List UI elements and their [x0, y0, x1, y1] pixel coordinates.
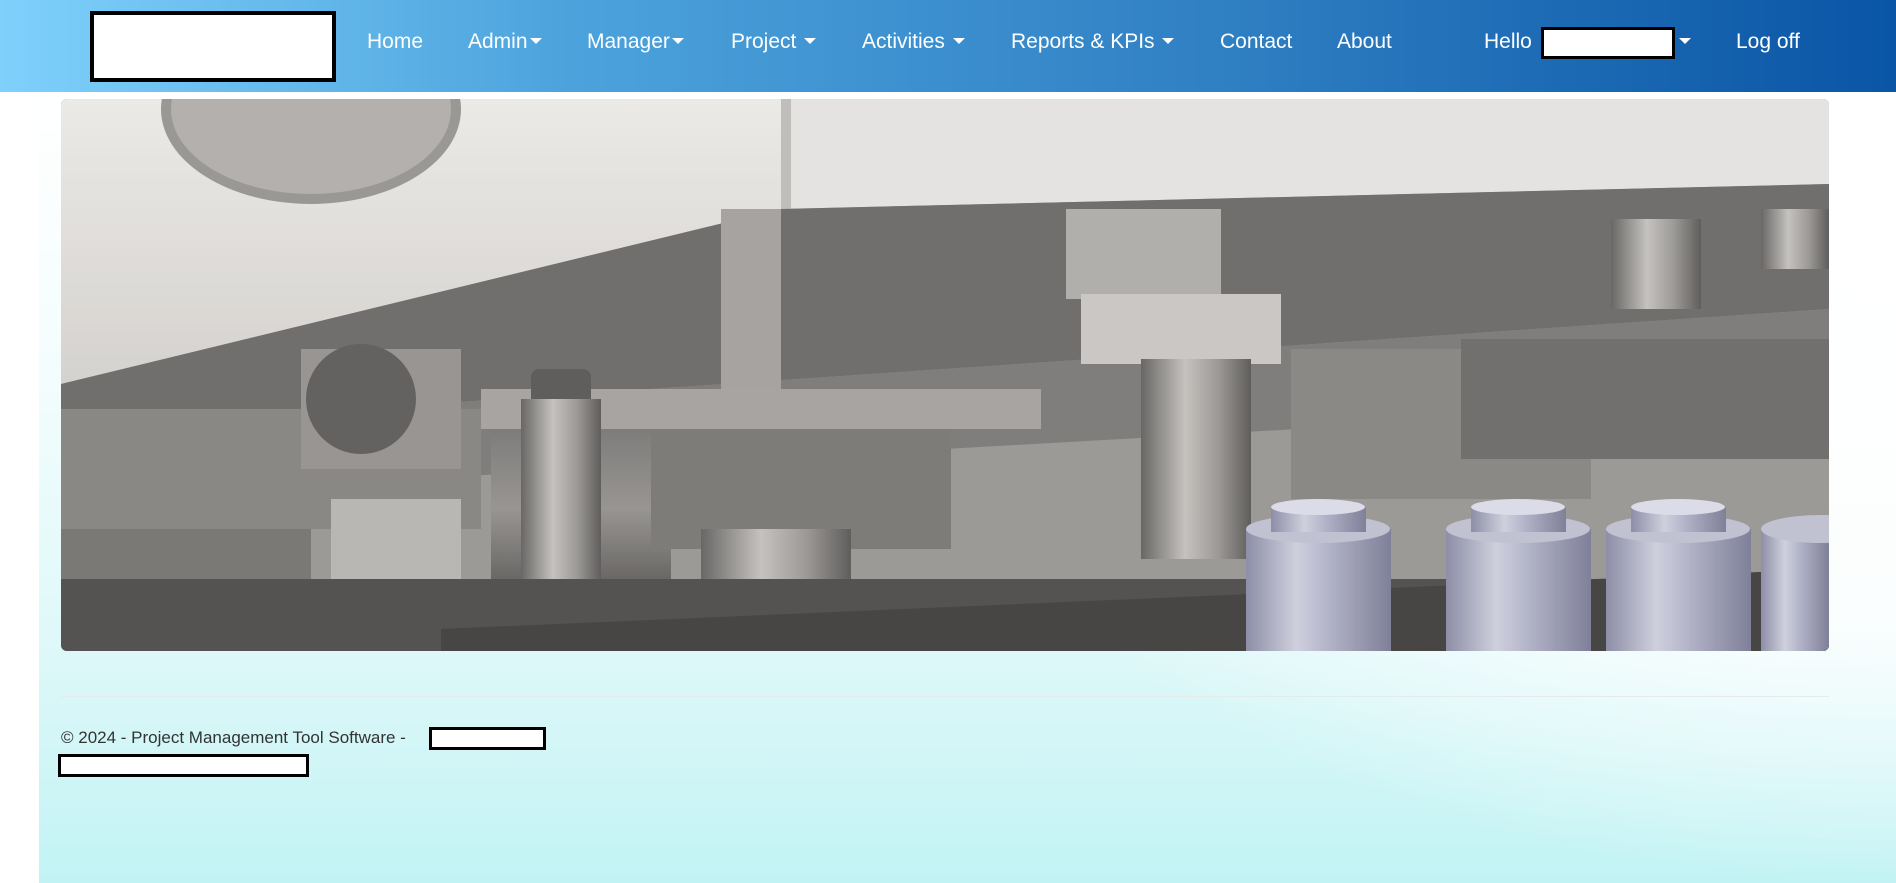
nav-home-label: Home	[367, 30, 424, 53]
brand-logo-redacted[interactable]	[90, 11, 336, 82]
nav-about[interactable]: About	[1337, 28, 1392, 56]
chevron-down-icon[interactable]	[1679, 38, 1691, 44]
nav-project-label: Project	[731, 30, 797, 53]
nav-manager[interactable]: Manager	[587, 28, 684, 56]
nav-admin[interactable]: Admin	[468, 28, 542, 56]
chevron-down-icon	[529, 38, 542, 45]
footer-redacted-link[interactable]	[58, 754, 309, 777]
hero-image	[61, 99, 1829, 651]
industrial-machinery-icon	[61, 99, 1829, 651]
nav-contact-label: Contact	[1220, 30, 1293, 53]
nav-admin-label: Admin	[468, 30, 528, 53]
nav-home[interactable]: Home	[367, 28, 423, 56]
top-navbar: Home Admin Manager Project Activities Re…	[0, 0, 1896, 92]
nav-reports-kpis-label: Reports & KPIs	[1011, 30, 1155, 53]
nav-project[interactable]: Project	[731, 28, 817, 56]
logoff-label: Log off	[1736, 30, 1800, 53]
user-menu[interactable]: Hello	[1484, 28, 1532, 56]
chevron-down-icon	[671, 38, 684, 45]
footer-copyright: © 2024 - Project Management Tool Softwar…	[61, 728, 406, 747]
nav-manager-label: Manager	[587, 30, 670, 53]
user-greeting: Hello	[1484, 30, 1532, 53]
footer-redacted-text	[429, 727, 546, 750]
chevron-down-icon	[1162, 38, 1175, 45]
nav-about-label: About	[1337, 30, 1392, 53]
logoff-link[interactable]: Log off	[1736, 28, 1800, 56]
username-redacted[interactable]	[1541, 27, 1675, 59]
chevron-down-icon	[952, 38, 965, 45]
nav-contact[interactable]: Contact	[1220, 28, 1292, 56]
footer-divider	[61, 696, 1829, 697]
page: Home Admin Manager Project Activities Re…	[0, 0, 1896, 883]
chevron-down-icon	[804, 38, 817, 45]
nav-activities[interactable]: Activities	[862, 28, 965, 56]
nav-activities-label: Activities	[862, 30, 945, 53]
nav-reports-kpis[interactable]: Reports & KPIs	[1011, 28, 1175, 56]
